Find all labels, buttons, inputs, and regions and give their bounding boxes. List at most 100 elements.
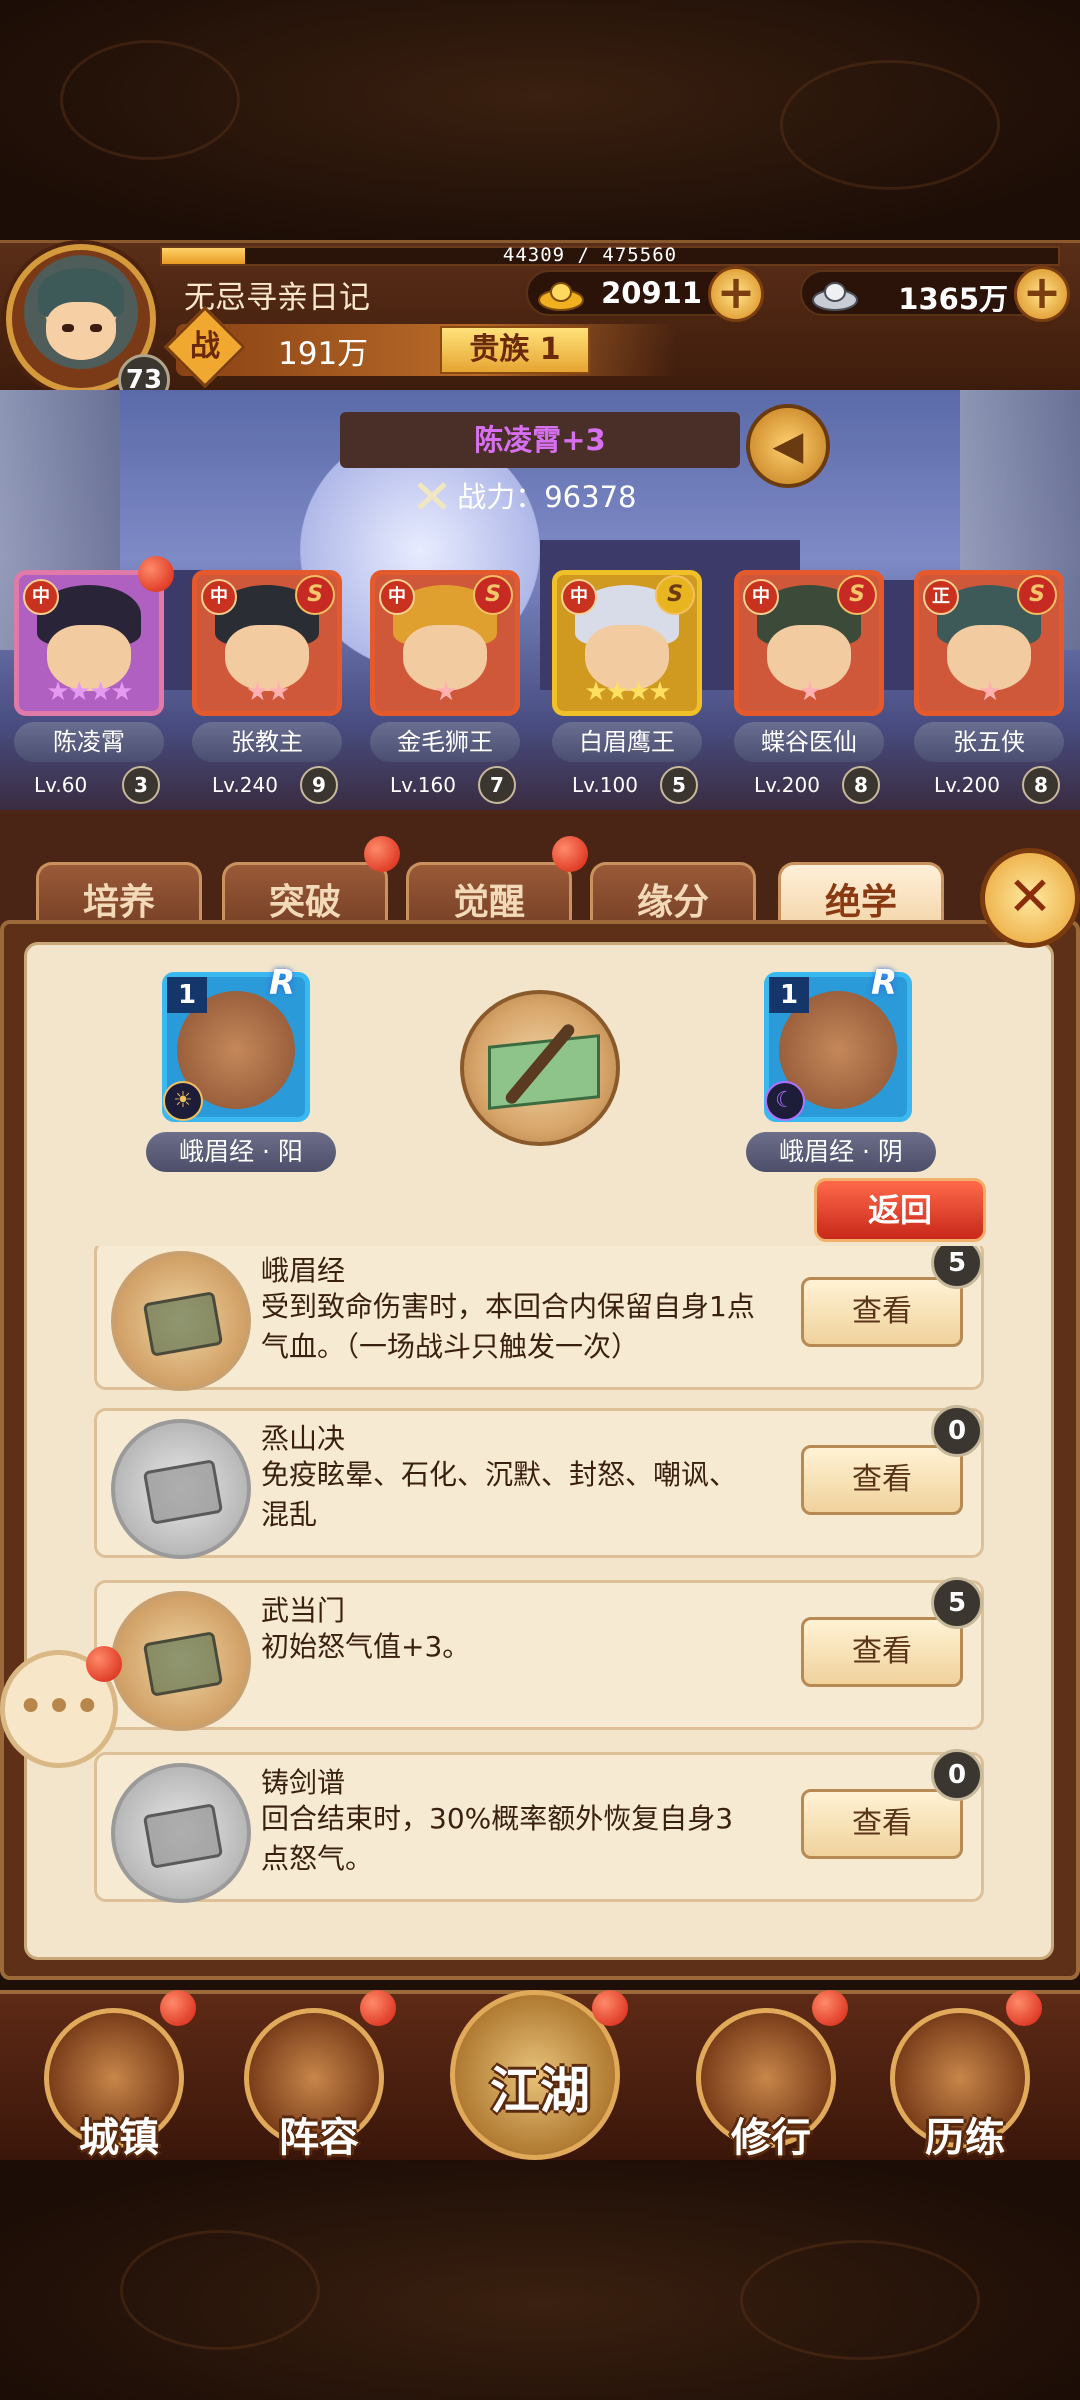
hero-name: 金毛狮王: [370, 722, 520, 762]
hero-portrait[interactable]: ★★★★ 中: [14, 570, 164, 716]
technique-row: 峨眉经 受到致命伤害时，本回合内保留自身1点气血。（一场战斗只触发一次） 查看 5: [94, 1246, 984, 1391]
hero-portrait[interactable]: ★ 中 S: [734, 570, 884, 716]
technique-row: 武当门 初始怒气值+3。 查看 5: [94, 1577, 984, 1731]
technique-title: 峨眉经: [261, 1254, 346, 1287]
view-button[interactable]: 查看: [801, 1445, 963, 1515]
noble-rank-badge[interactable]: 贵族 1: [440, 326, 590, 374]
faction-badge: 中: [201, 579, 237, 615]
nav-training[interactable]: 历练: [890, 2008, 1030, 2161]
hero-stars: ★★: [245, 677, 291, 707]
tab-awaken-notification-dot: [552, 836, 588, 872]
hero-card[interactable]: ★★★★ 中陈凌霄 Lv.60 3: [14, 570, 164, 804]
nav-town[interactable]: 城镇: [44, 2008, 184, 2161]
rank-s-icon: S: [837, 575, 877, 615]
scroll-shape: [142, 1459, 224, 1525]
exp-text: 44309 / 475560: [502, 244, 678, 266]
hero-level-text: Lv.240: [212, 773, 278, 797]
hero-stars: ★★★★: [584, 677, 671, 707]
silver-ingot-icon: [812, 282, 858, 311]
hero-name: 张五侠: [914, 722, 1064, 762]
hero-name: 蝶谷医仙: [734, 722, 884, 762]
battle-power-value: 191万: [278, 336, 369, 372]
rank-s-icon: S: [1017, 575, 1057, 615]
skill-yang-slot[interactable]: 1 R ☀: [162, 963, 310, 1122]
close-button[interactable]: ✕: [980, 848, 1080, 948]
power-bar: [176, 324, 676, 376]
chat-dots-icon: •••: [16, 1679, 102, 1735]
hero-level: Lv.60 3: [14, 766, 164, 804]
hero-portrait[interactable]: ★ 中 S: [370, 570, 520, 716]
avatar-eye: [90, 324, 102, 332]
technique-scroll-icon: [111, 1419, 251, 1559]
player-name: 无忌寻亲日记: [184, 280, 370, 316]
skill-yin-slot[interactable]: 1 R ☾: [764, 963, 912, 1122]
view-button[interactable]: 查看: [801, 1277, 963, 1347]
technique-count-badge: 0: [931, 1749, 983, 1801]
view-button[interactable]: 查看: [801, 1789, 963, 1859]
technique-count-badge: 5: [931, 1577, 983, 1629]
scroll-shape: [142, 1291, 224, 1357]
avatar-eye: [62, 324, 74, 332]
hero-level: Lv.200 8: [734, 766, 884, 804]
faction-badge: 中: [379, 579, 415, 615]
nav-notification-dot: [1006, 1990, 1042, 2026]
hero-name: 陈凌霄: [14, 722, 164, 762]
technique-description: 回合结束时，30%概率额外恢复自身3点怒气。: [261, 1802, 734, 1875]
hero-portrait[interactable]: ★★★★ 中 S: [552, 570, 702, 716]
nav-notification-dot: [812, 1990, 848, 2026]
nav-label: 江湖: [490, 2062, 590, 2120]
skill-yang-level: 1: [167, 977, 207, 1013]
hero-card[interactable]: ★ 中 S 蝶谷医仙 Lv.200 8: [734, 570, 884, 804]
hero-level-text: Lv.100: [572, 773, 638, 797]
hero-level: Lv.100 5: [552, 766, 702, 804]
add-gold-button[interactable]: +: [708, 266, 764, 322]
moon-icon: ☾: [765, 1081, 805, 1121]
hero-portrait[interactable]: ★★ 中 S: [192, 570, 342, 716]
hero-level-text: Lv.200: [754, 773, 820, 797]
hero-card[interactable]: ★★ 中 S 张教主 Lv.240 9: [192, 570, 342, 804]
backdrop-swirl: [60, 40, 240, 160]
nav-lineup[interactable]: 阵容: [244, 2008, 384, 2161]
hero-card[interactable]: ★★★★ 中 S 白眉鹰王 Lv.100 5: [552, 570, 702, 804]
voice-button[interactable]: ◀: [746, 404, 830, 488]
hero-level-text: Lv.200: [934, 773, 1000, 797]
technique-list[interactable]: 峨眉经 受到致命伤害时，本回合内保留自身1点气血。（一场战斗只触发一次） 查看 5 烝山…: [80, 1246, 992, 1916]
skill-yang-label: 峨眉经 · 阳: [146, 1132, 336, 1172]
hero-count-badge: 9: [300, 766, 338, 804]
nav-label: 城镇: [79, 2115, 159, 2161]
view-button[interactable]: 查看: [801, 1617, 963, 1687]
hero-card[interactable]: ★ 中 S 金毛狮王 Lv.160 7: [370, 570, 520, 804]
add-silver-button[interactable]: +: [1014, 266, 1070, 322]
exp-bar-fill: [162, 248, 246, 264]
hero-count-badge: 8: [1022, 766, 1060, 804]
scroll-shape: [142, 1631, 224, 1697]
technique-row: 铸剑谱 回合结束时，30%概率额外恢复自身3点怒气。 查看 0: [94, 1749, 984, 1903]
faction-badge: 中: [23, 579, 59, 615]
hero-stars: ★★★★: [46, 677, 133, 707]
tab-breakthrough-notification-dot: [364, 836, 400, 872]
technique-description: 受到致命伤害时，本回合内保留自身1点气血。（一场战斗只触发一次）: [261, 1290, 755, 1363]
technique-row: 烝山决 免疫眩晕、石化、沉默、封怒、嘲讽、混乱 查看 0: [94, 1405, 984, 1559]
hero-name: 白眉鹰王: [552, 722, 702, 762]
hero-notification-dot: [138, 556, 174, 592]
nav-practice[interactable]: 修行: [696, 2008, 836, 2161]
hero-level-text: Lv.60: [34, 773, 88, 797]
hero-level: Lv.200 8: [914, 766, 1064, 804]
hero-name: 张教主: [192, 722, 342, 762]
scroll-shape: [142, 1803, 224, 1869]
sun-icon: ☀: [163, 1081, 203, 1121]
hero-count-badge: 8: [842, 766, 880, 804]
technique-scroll-icon: [111, 1251, 251, 1391]
hero-portrait[interactable]: ★ 正 S: [914, 570, 1064, 716]
nav-notification-dot: [360, 1990, 396, 2026]
rank-r-icon: R: [871, 963, 898, 1003]
chat-notification-dot: [86, 1646, 122, 1682]
technique-description: 初始怒气值+3。: [261, 1630, 471, 1663]
back-button[interactable]: 返回: [814, 1178, 986, 1242]
faction-badge: 中: [743, 579, 779, 615]
hero-stars: ★: [978, 677, 1001, 707]
hero-card[interactable]: ★ 正 S 张五侠 Lv.200 8: [914, 570, 1064, 804]
crossed-swords-icon: [417, 482, 447, 510]
hero-stars: ★: [434, 677, 457, 707]
gold-currency: 20911 +: [526, 266, 764, 322]
